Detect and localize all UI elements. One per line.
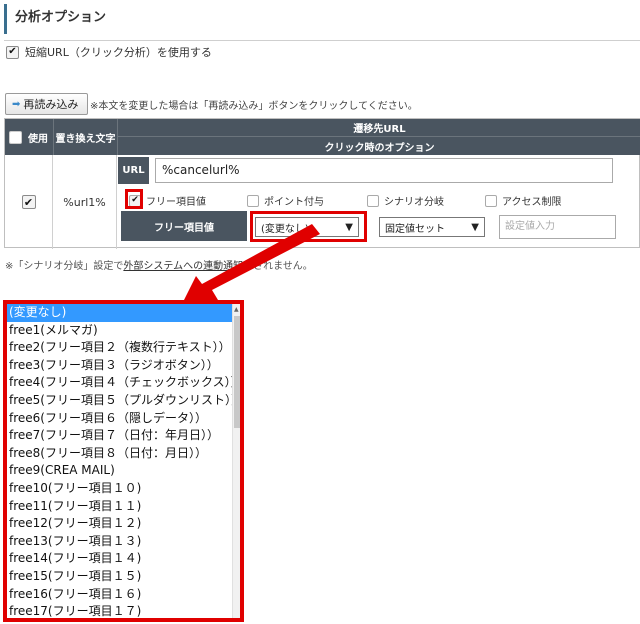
link-options-table: 使用 置き換え文字 遷移先URL クリック時のオプション ✔ %url1% UR… xyxy=(4,118,640,249)
value-input[interactable]: 設定値入力 xyxy=(499,215,616,239)
dropdown-option[interactable]: free1(メルマガ) xyxy=(7,322,232,340)
option-scenario[interactable]: シナリオ分岐 xyxy=(367,193,444,208)
dropdown-option[interactable]: free5(フリー項目５（プルダウンリスト）） xyxy=(7,392,232,410)
header-replace: 置き換え文字 xyxy=(53,119,117,155)
access-limit-checkbox[interactable] xyxy=(485,194,497,207)
dropdown-option[interactable]: free8(フリー項目８（日付：月日）） xyxy=(7,445,232,463)
dropdown-option[interactable]: free9(CREA MAIL) xyxy=(7,462,232,480)
header-click-option: クリック時のオプション xyxy=(117,136,640,155)
dropdown-option[interactable]: free15(フリー項目１５) xyxy=(7,568,232,586)
fixed-value-select-value: 固定値セット xyxy=(385,223,445,235)
caret-down-icon: ▼ xyxy=(471,221,479,233)
row-use-checkbox[interactable]: ✔ xyxy=(21,195,36,209)
url-label: URL xyxy=(118,157,149,184)
dropdown-list-frame: (変更なし) free1(メルマガ) free2(フリー項目２（複数行テキスト）） f… xyxy=(3,300,244,622)
access-limit-option-label: アクセス制限 xyxy=(502,197,562,208)
scenario-option-label: シナリオ分岐 xyxy=(384,197,444,208)
header-use-label: 使用 xyxy=(28,133,48,145)
dropdown-option[interactable]: free13(フリー項目１３) xyxy=(7,533,232,551)
select-all-checkbox[interactable] xyxy=(9,130,22,144)
dropdown-option[interactable]: free16(フリー項目１６) xyxy=(7,586,232,604)
dropdown-option[interactable]: free10(フリー項目１０) xyxy=(7,480,232,498)
scroll-up-icon[interactable]: ▲ xyxy=(234,306,239,313)
points-option-label: ポイント付与 xyxy=(264,197,324,208)
scenario-checkbox[interactable] xyxy=(367,194,379,207)
replace-text: %url1% xyxy=(53,155,117,249)
dropdown-option[interactable]: free17(フリー項目１７) xyxy=(7,603,232,618)
section-header: 分析オプション xyxy=(4,4,640,34)
reload-arrow-icon: ➡ xyxy=(12,98,21,110)
short-url-label: 短縮URL（クリック分析）を使用する xyxy=(25,46,212,59)
dropdown-list[interactable]: (変更なし) free1(メルマガ) free2(フリー項目２（複数行テキスト）） f… xyxy=(7,304,232,618)
dropdown-scrollbar[interactable]: ▲ xyxy=(232,304,240,618)
scroll-thumb[interactable] xyxy=(234,316,240,428)
fixed-value-select[interactable]: 固定値セット ▼ xyxy=(379,217,485,237)
reload-button-label: 再読み込み xyxy=(23,98,79,111)
dropdown-option[interactable]: free4(フリー項目４（チェックボックス）） xyxy=(7,374,232,392)
dropdown-option[interactable]: free14(フリー項目１４) xyxy=(7,550,232,568)
dropdown-option[interactable]: free2(フリー項目２（複数行テキスト）） xyxy=(7,339,232,357)
reload-note: ※本文を変更した場合は「再読み込み」ボタンをクリックしてください。 xyxy=(90,101,418,112)
header-use: 使用 xyxy=(5,119,53,155)
dropdown-option[interactable]: free11(フリー項目１１) xyxy=(7,498,232,516)
option-access-limit[interactable]: アクセス制限 xyxy=(485,193,562,208)
scenario-note-prefix: ※「シナリオ分岐」設定で xyxy=(5,261,124,272)
section-divider xyxy=(4,40,640,41)
url-input[interactable]: %cancelurl% xyxy=(155,158,613,183)
reload-button[interactable]: ➡ 再読み込み xyxy=(5,93,88,115)
free-value-option-label: フリー項目値 xyxy=(146,197,206,208)
short-url-checkbox[interactable]: ✔ xyxy=(6,45,19,59)
dropdown-option[interactable]: free7(フリー項目７（日付：年月日）） xyxy=(7,427,232,445)
option-points[interactable]: ポイント付与 xyxy=(247,193,324,208)
short-url-option[interactable]: ✔ 短縮URL（クリック分析）を使用する xyxy=(6,44,212,60)
section-title: 分析オプション xyxy=(15,10,107,25)
dropdown-option[interactable]: (変更なし) xyxy=(7,304,232,322)
row-use-cell: ✔ xyxy=(5,155,53,249)
header-dest-url: 遷移先URL xyxy=(117,119,640,136)
dropdown-option[interactable]: free6(フリー項目６（隠しデータ）） xyxy=(7,410,232,428)
points-checkbox[interactable] xyxy=(247,194,259,207)
dropdown-option[interactable]: free3(フリー項目３（ラジオボタン）） xyxy=(7,357,232,375)
free-value-checkbox-highlight xyxy=(125,189,143,209)
dropdown-option[interactable]: free12(フリー項目１２) xyxy=(7,515,232,533)
